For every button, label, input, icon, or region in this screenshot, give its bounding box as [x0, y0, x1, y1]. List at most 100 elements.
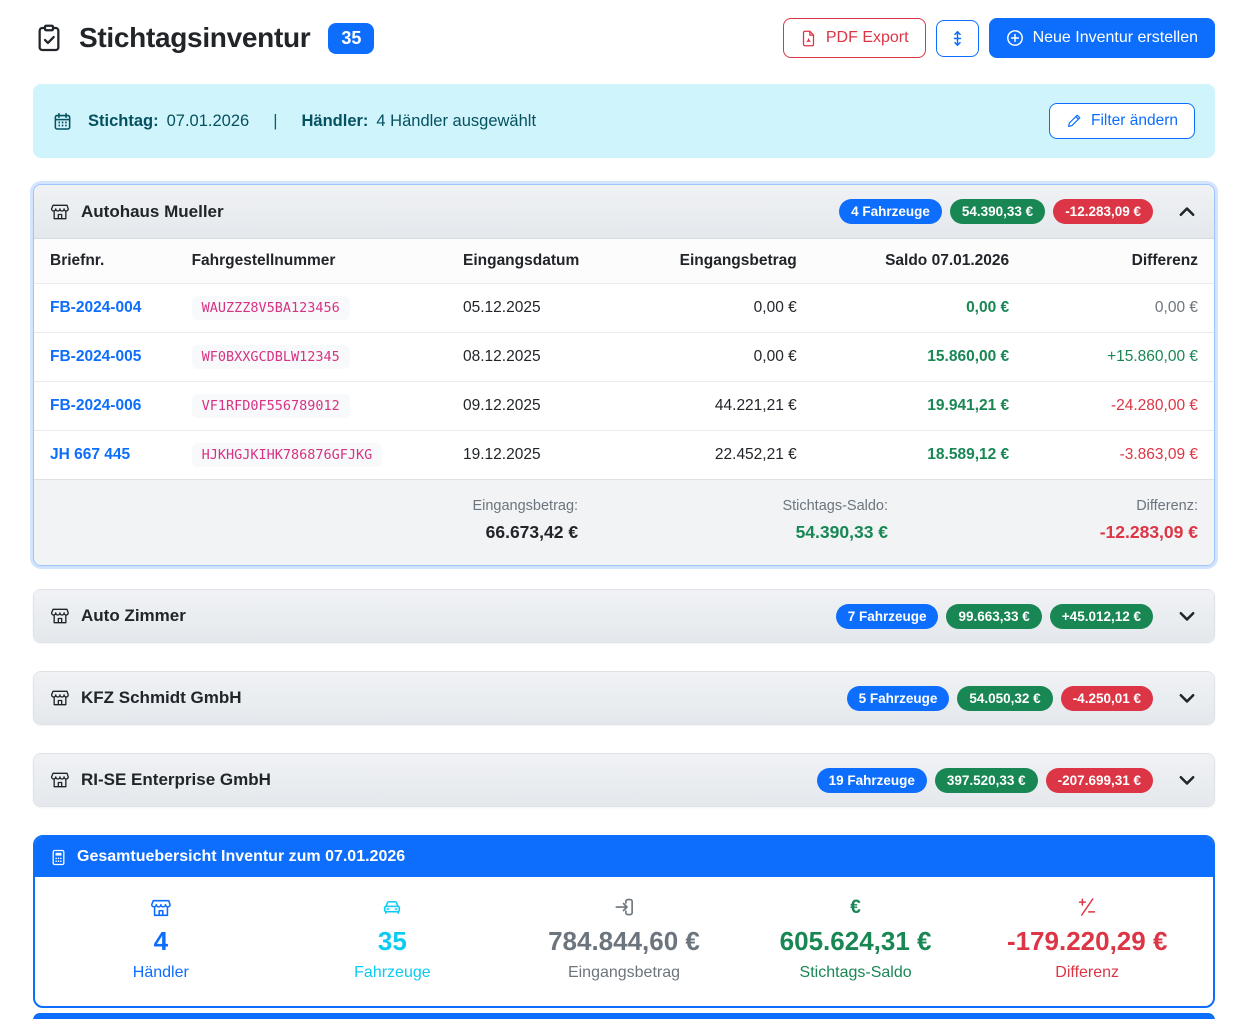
- euro-icon: €: [740, 897, 972, 919]
- dealer-card-kfz-schmidt: KFZ Schmidt GmbH 5 Fahrzeuge 54.050,32 €…: [33, 671, 1215, 725]
- eingangsdatum-cell: 19.12.2025: [447, 431, 636, 480]
- vehicles-badge: 4 Fahrzeuge: [839, 199, 942, 224]
- plus-circle-icon: [1006, 29, 1024, 47]
- vehicle-table: Briefnr. Fahrgestellnummer Eingangsdatum…: [34, 239, 1214, 479]
- shop-icon: [50, 770, 70, 790]
- vin-chip: WF0BXXGCDBLW12345: [192, 345, 350, 369]
- vehicles-badge: 7 Fahrzeuge: [836, 604, 939, 629]
- pdf-file-icon: [800, 30, 817, 47]
- saldo-badge: 99.663,33 €: [946, 604, 1041, 629]
- summary-card: Gesamtuebersicht Inventur zum 07.01.2026…: [33, 835, 1215, 1008]
- stat-value: 605.624,31 €: [740, 926, 972, 957]
- stat-haendler: 4 Händler: [45, 897, 277, 982]
- stat-value: 784.844,60 €: [508, 926, 740, 957]
- stat-label: Stichtags-Saldo: [740, 964, 972, 982]
- column-eingangsdatum: Eingangsdatum: [447, 239, 636, 284]
- dealer-name: RI-SE Enterprise GmbH: [81, 770, 271, 790]
- box-arrow-in-icon: [508, 897, 740, 919]
- dealer-header-rise-enterprise[interactable]: RI-SE Enterprise GmbH 19 Fahrzeuge 397.5…: [34, 754, 1214, 806]
- briefnr-link[interactable]: FB-2024-006: [50, 397, 141, 414]
- shop-icon: [50, 202, 70, 222]
- dealer-name: Auto Zimmer: [81, 606, 186, 626]
- dealer-name: Autohaus Mueller: [81, 202, 224, 222]
- diff-badge: -4.250,01 €: [1061, 686, 1153, 711]
- chevron-down-icon[interactable]: [1176, 769, 1198, 791]
- filter-separator: |: [273, 112, 277, 131]
- vin-chip: VF1RFD0F556789012: [192, 394, 350, 418]
- pencil-icon: [1066, 113, 1082, 129]
- shop-icon: [45, 897, 277, 919]
- dealer-card-autohaus-mueller: Autohaus Mueller 4 Fahrzeuge 54.390,33 €…: [33, 184, 1215, 566]
- table-row: FB-2024-004 WAUZZZ8V5BA123456 05.12.2025…: [34, 284, 1214, 333]
- eingangsdatum-cell: 08.12.2025: [447, 333, 636, 382]
- chevron-down-icon[interactable]: [1176, 687, 1198, 709]
- bottom-accent-bar: [33, 1013, 1215, 1019]
- plus-slash-minus-icon: [971, 897, 1203, 919]
- stat-stichtags-saldo: € 605.624,31 € Stichtags-Saldo: [740, 897, 972, 982]
- change-filter-label: Filter ändern: [1091, 112, 1178, 131]
- saldo-cell: 15.860,00 €: [813, 333, 1025, 382]
- stichtag-value: 07.01.2026: [167, 112, 250, 131]
- calendar-icon: [53, 112, 72, 131]
- table-header-row: Briefnr. Fahrgestellnummer Eingangsdatum…: [34, 239, 1214, 284]
- stat-value: -179.220,29 €: [971, 926, 1203, 957]
- shop-icon: [50, 688, 70, 708]
- pdf-export-button[interactable]: PDF Export: [783, 18, 926, 57]
- stat-label: Händler: [45, 964, 277, 982]
- page-title: Stichtagsinventur: [79, 22, 310, 54]
- vehicles-badge: 5 Fahrzeuge: [847, 686, 950, 711]
- diff-badge: -12.283,09 €: [1053, 199, 1153, 224]
- differenz-cell: -3.863,09 €: [1025, 431, 1214, 480]
- totals-saldo-value: 54.390,33 €: [578, 522, 888, 543]
- column-saldo: Saldo 07.01.2026: [813, 239, 1025, 284]
- saldo-cell: 19.941,21 €: [813, 382, 1025, 431]
- chevron-up-icon[interactable]: [1176, 201, 1198, 223]
- change-filter-button[interactable]: Filter ändern: [1049, 103, 1195, 140]
- eingangsbetrag-cell: 0,00 €: [636, 333, 813, 382]
- new-inventory-label: Neue Inventur erstellen: [1033, 28, 1198, 47]
- calculator-icon: [50, 849, 67, 866]
- clipboard-check-icon: [33, 22, 65, 54]
- stat-value: 35: [277, 926, 509, 957]
- briefnr-link[interactable]: FB-2024-004: [50, 299, 141, 316]
- diff-badge: -207.699,31 €: [1046, 768, 1153, 793]
- dealer-header-kfz-schmidt[interactable]: KFZ Schmidt GmbH 5 Fahrzeuge 54.050,32 €…: [34, 672, 1214, 724]
- chevron-down-icon[interactable]: [1176, 605, 1198, 627]
- page-header: Stichtagsinventur 35 PDF Export: [33, 12, 1215, 64]
- shop-icon: [50, 606, 70, 626]
- dealer-name: KFZ Schmidt GmbH: [81, 688, 242, 708]
- stat-label: Differenz: [971, 964, 1203, 982]
- dealer-totals: Eingangsbetrag: 66.673,42 € Stichtags-Sa…: [34, 479, 1214, 565]
- saldo-badge: 54.050,32 €: [957, 686, 1052, 711]
- dealer-card-rise-enterprise: RI-SE Enterprise GmbH 19 Fahrzeuge 397.5…: [33, 753, 1215, 807]
- stat-value: 4: [45, 926, 277, 957]
- stat-label: Eingangsbetrag: [508, 964, 740, 982]
- new-inventory-button[interactable]: Neue Inventur erstellen: [989, 18, 1215, 57]
- table-row: FB-2024-006 VF1RFD0F556789012 09.12.2025…: [34, 382, 1214, 431]
- dealer-card-auto-zimmer: Auto Zimmer 7 Fahrzeuge 99.663,33 € +45.…: [33, 589, 1215, 643]
- stat-label: Fahrzeuge: [277, 964, 509, 982]
- briefnr-link[interactable]: JH 667 445: [50, 446, 130, 463]
- eingangsdatum-cell: 05.12.2025: [447, 284, 636, 333]
- differenz-cell: 0,00 €: [1025, 284, 1214, 333]
- briefnr-link[interactable]: FB-2024-005: [50, 348, 141, 365]
- table-row: FB-2024-005 WF0BXXGCDBLW12345 08.12.2025…: [34, 333, 1214, 382]
- haendler-value: 4 Händler ausgewählt: [376, 112, 536, 131]
- expand-all-button[interactable]: [936, 20, 979, 57]
- dealer-header-auto-zimmer[interactable]: Auto Zimmer 7 Fahrzeuge 99.663,33 € +45.…: [34, 590, 1214, 642]
- column-differenz: Differenz: [1025, 239, 1214, 284]
- dealer-header-autohaus-mueller[interactable]: Autohaus Mueller 4 Fahrzeuge 54.390,33 €…: [34, 185, 1214, 239]
- diff-badge: +45.012,12 €: [1050, 604, 1153, 629]
- eingangsdatum-cell: 09.12.2025: [447, 382, 636, 431]
- totals-diff-value: -12.283,09 €: [888, 522, 1198, 543]
- pdf-export-label: PDF Export: [826, 28, 909, 47]
- totals-saldo-label: Stichtags-Saldo:: [578, 498, 888, 514]
- saldo-badge: 397.520,33 €: [935, 768, 1038, 793]
- table-row: JH 667 445 HJKHGJKIHK786876GFJKG 19.12.2…: [34, 431, 1214, 480]
- saldo-cell: 0,00 €: [813, 284, 1025, 333]
- differenz-cell: +15.860,00 €: [1025, 333, 1214, 382]
- vin-chip: WAUZZZ8V5BA123456: [192, 296, 350, 320]
- car-icon: [277, 897, 509, 919]
- summary-header: Gesamtuebersicht Inventur zum 07.01.2026: [35, 837, 1213, 877]
- count-badge: 35: [328, 23, 374, 54]
